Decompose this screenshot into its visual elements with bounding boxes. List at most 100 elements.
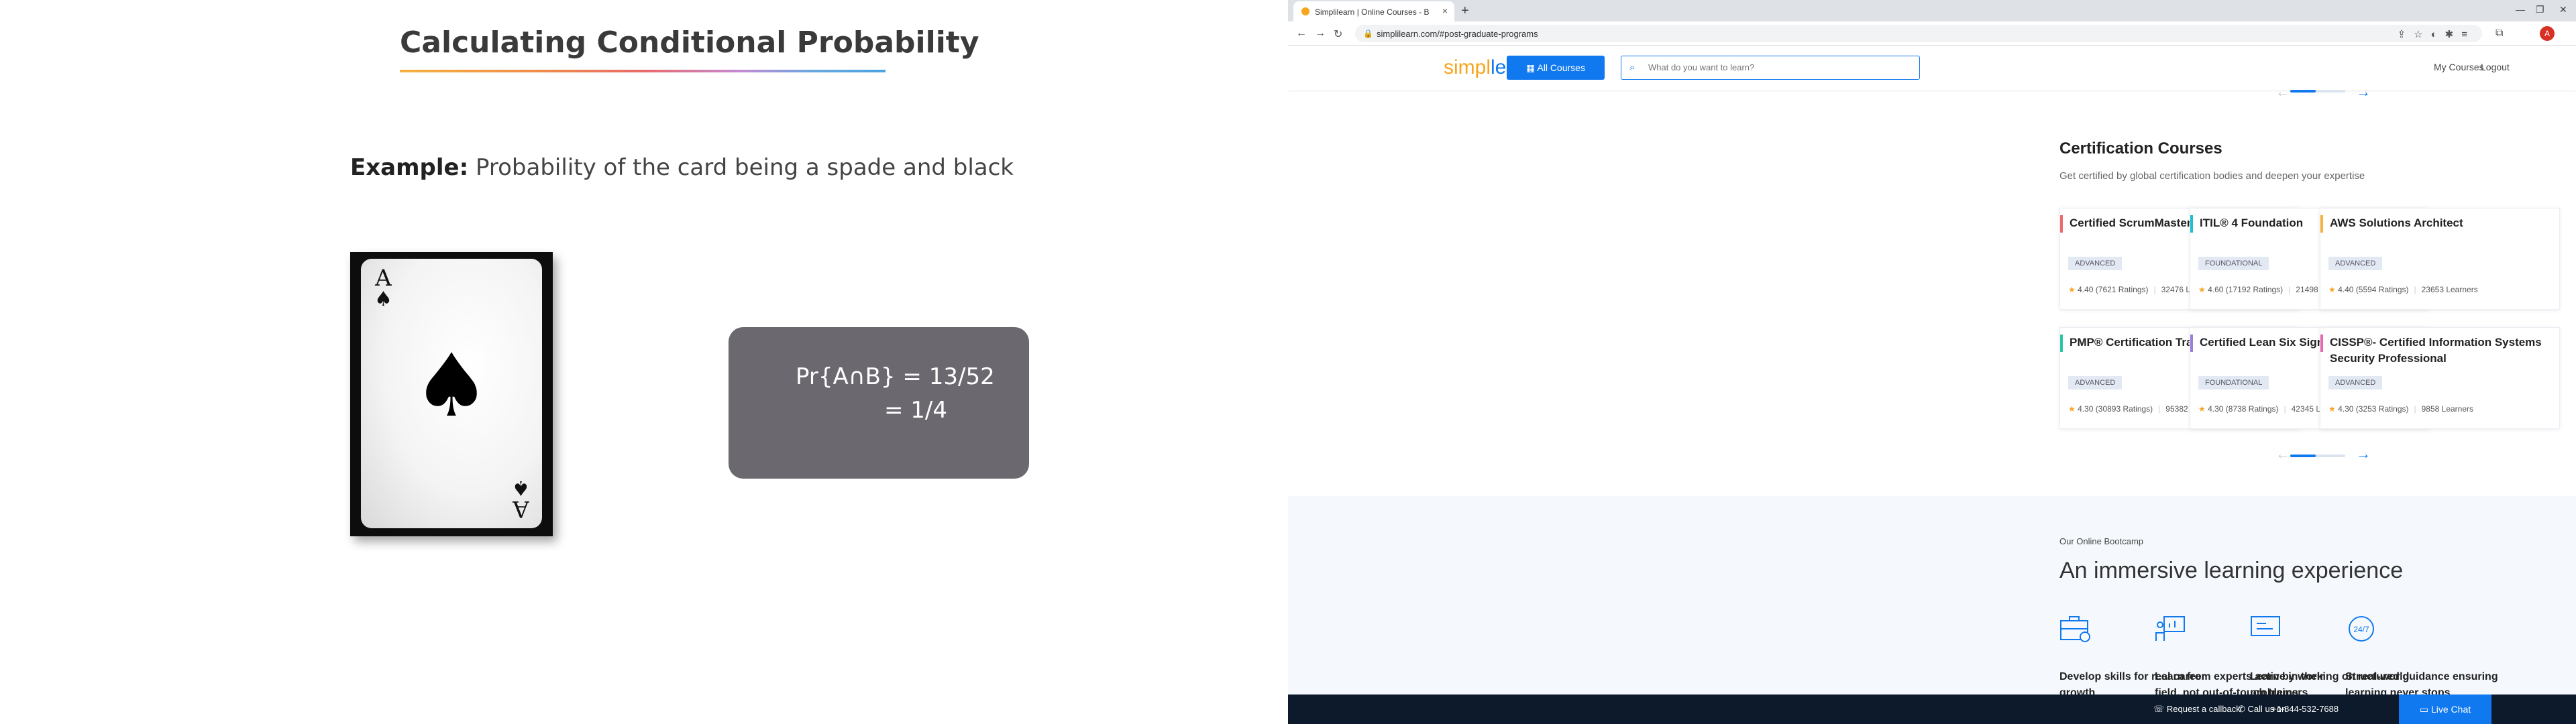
back-icon[interactable]: ← (1296, 27, 1307, 40)
level-badge: FOUNDATIONAL (2198, 376, 2269, 389)
section-title: Certification Courses (2059, 139, 2222, 158)
star-icon: ★ (2068, 404, 2078, 414)
card-corner-top: A ♠ (374, 267, 392, 310)
formula-box: Pr{A∩B} = 13/52 = 1/4 (729, 327, 1029, 479)
grid-icon: ▦ (1526, 62, 1538, 73)
top-carousel-controls: ← → (1288, 84, 2576, 99)
request-callback-button[interactable]: ☏ Request a callback (2153, 704, 2241, 715)
search-box[interactable]: ⌕ (1621, 56, 1920, 80)
section-overline: Our Online Bootcamp (2059, 536, 2144, 546)
new-tab-icon[interactable]: + (1461, 3, 1469, 19)
spade-icon: ♠ (512, 476, 530, 499)
my-courses-link[interactable]: My Courses (2434, 62, 2484, 72)
search-icon: ⌕ (1629, 62, 1635, 73)
example-description: Probability of the card being a spade an… (468, 154, 1014, 181)
next-arrow-icon[interactable]: → (2356, 84, 2371, 99)
reload-icon[interactable]: ↻ (1334, 27, 1342, 41)
monitor-icon (2251, 616, 2280, 636)
url-text: simplilearn.com/#post-graduate-programs (1377, 29, 1538, 39)
tab-bar: Simplilearn | Online Courses - Bo × + — … (1288, 0, 2576, 21)
presentation-slide: Calculating Conditional Probability Exam… (0, 0, 1288, 724)
card-accent (2060, 335, 2063, 352)
live-chat-button[interactable]: ▭ Live Chat (2399, 695, 2491, 724)
level-badge: ADVANCED (2328, 376, 2383, 389)
course-rating: 4.40 (7621 Ratings) (2078, 285, 2149, 294)
close-icon[interactable]: × (1442, 5, 1448, 16)
site-header: simpllearn ▦ All Courses ⌕ My Courses Lo… (1288, 46, 2576, 90)
ace-of-spades-card: A ♠ ♠ A ♠ (350, 252, 553, 536)
course-rating: 4.40 (5594 Ratings) (2338, 285, 2409, 294)
forward-icon[interactable]: → (1315, 27, 1326, 40)
all-courses-button[interactable]: ▦ All Courses (1507, 56, 1605, 80)
browser-tab[interactable]: Simplilearn | Online Courses - Bo × (1293, 1, 1454, 21)
bottom-action-bar: ☏ Request a callback ✆ Call us on +1-844… (1288, 695, 2576, 724)
bootcamp-section: Our Online Bootcamp An immersive learnin… (1288, 496, 2576, 699)
course-learners: 23653 Learners (2421, 285, 2478, 294)
course-name: AWS Solutions Architect (2330, 217, 2463, 229)
carousel-progress-fill (2290, 455, 2316, 457)
course-stats: ★ 4.30 (3253 Ratings) | 9858 Learners (2328, 404, 2474, 414)
section-title: An immersive learning experience (2059, 558, 2404, 583)
extensions-icon[interactable]: ⧉ (2496, 27, 2503, 40)
card-accent (2320, 335, 2323, 352)
callback-label: Request a callback (2166, 704, 2241, 714)
card-accent (2190, 335, 2193, 352)
course-stats: ★ 4.40 (5594 Ratings) | 23653 Learners (2328, 285, 2478, 294)
example-text: Example: Probability of the card being a… (350, 154, 1014, 181)
next-arrow-icon[interactable]: → (2356, 446, 2371, 461)
lock-icon: 🔒 (1363, 29, 1373, 38)
course-card[interactable]: CISSP®- Certified Information Systems Se… (2320, 327, 2560, 429)
favicon-icon (1301, 7, 1309, 15)
card-rank: A (375, 265, 392, 292)
tab-title: Simplilearn | Online Courses - Bo (1315, 7, 1429, 17)
phone-number[interactable]: +1-844-532-7688 (2271, 704, 2339, 714)
browser-window: Simplilearn | Online Courses - Bo × + — … (1288, 0, 2576, 724)
slide-title: Calculating Conditional Probability (400, 25, 979, 60)
card-corner-bottom: A ♠ (512, 476, 530, 522)
level-badge: FOUNDATIONAL (2198, 257, 2269, 270)
minimize-icon[interactable]: — (2516, 4, 2525, 15)
formula-line: Pr{A∩B} = 13/52 (796, 363, 995, 390)
spade-icon: ♠ (374, 288, 392, 311)
course-learners: 9858 Learners (2421, 404, 2474, 414)
star-icon: ★ (2198, 285, 2208, 294)
course-rating: 4.60 (17192 Ratings) (2208, 285, 2284, 294)
maximize-icon[interactable]: ❐ (2536, 4, 2544, 15)
spade-icon: ♠ (412, 335, 491, 436)
svg-text:24/7: 24/7 (2353, 625, 2369, 634)
star-icon: ★ (2198, 404, 2208, 414)
example-label: Example: (350, 154, 469, 181)
prev-arrow-icon[interactable]: ← (2275, 84, 2290, 99)
course-name: CISSP®- Certified Information Systems Se… (2330, 336, 2542, 365)
live-chat-label: Live Chat (2430, 704, 2471, 715)
star-icon: ★ (2068, 285, 2078, 294)
logout-link[interactable]: Logout (2481, 62, 2510, 72)
logo-part1: simpl (1444, 56, 1491, 78)
course-card[interactable]: AWS Solutions Architect ADVANCED ★ 4.40 … (2320, 208, 2560, 310)
card-face: A ♠ ♠ A ♠ (361, 259, 542, 528)
formula-result: = 1/4 (884, 397, 948, 424)
card-accent (2320, 215, 2323, 233)
address-bar: ← → ↻ 🔒 simplilearn.com/#post-graduate-p… (1288, 21, 2576, 46)
card-rank: A (513, 495, 529, 522)
phone-icon: ☏ (2153, 704, 2167, 714)
call-icon: ✆ (2238, 704, 2248, 714)
star-icon: ★ (2328, 404, 2339, 414)
level-badge: ADVANCED (2068, 257, 2123, 270)
carousel-progress-fill (2290, 90, 2316, 93)
profile-avatar[interactable]: A (2540, 26, 2555, 41)
chat-icon: ▭ (2419, 704, 2431, 715)
search-input[interactable] (1648, 62, 1910, 72)
card-accent (2190, 215, 2193, 233)
presentation-icon (2155, 616, 2185, 641)
certification-section: Certification Courses Get certified by g… (1288, 114, 2576, 496)
course-rating: 4.30 (8738 Ratings) (2208, 404, 2279, 414)
address-bar-icons[interactable]: ⇪☆◐✱≡ (2398, 28, 2475, 40)
prev-arrow-icon[interactable]: ← (2275, 446, 2290, 461)
level-badge: ADVANCED (2068, 376, 2123, 389)
course-rating: 4.30 (30893 Ratings) (2078, 404, 2153, 414)
window-close-icon[interactable]: ✕ (2559, 4, 2567, 15)
url-field[interactable]: 🔒 simplilearn.com/#post-graduate-program… (1355, 25, 2482, 42)
section-subtitle: Get certified by global certification bo… (2059, 170, 2365, 182)
star-icon: ★ (2328, 285, 2339, 294)
